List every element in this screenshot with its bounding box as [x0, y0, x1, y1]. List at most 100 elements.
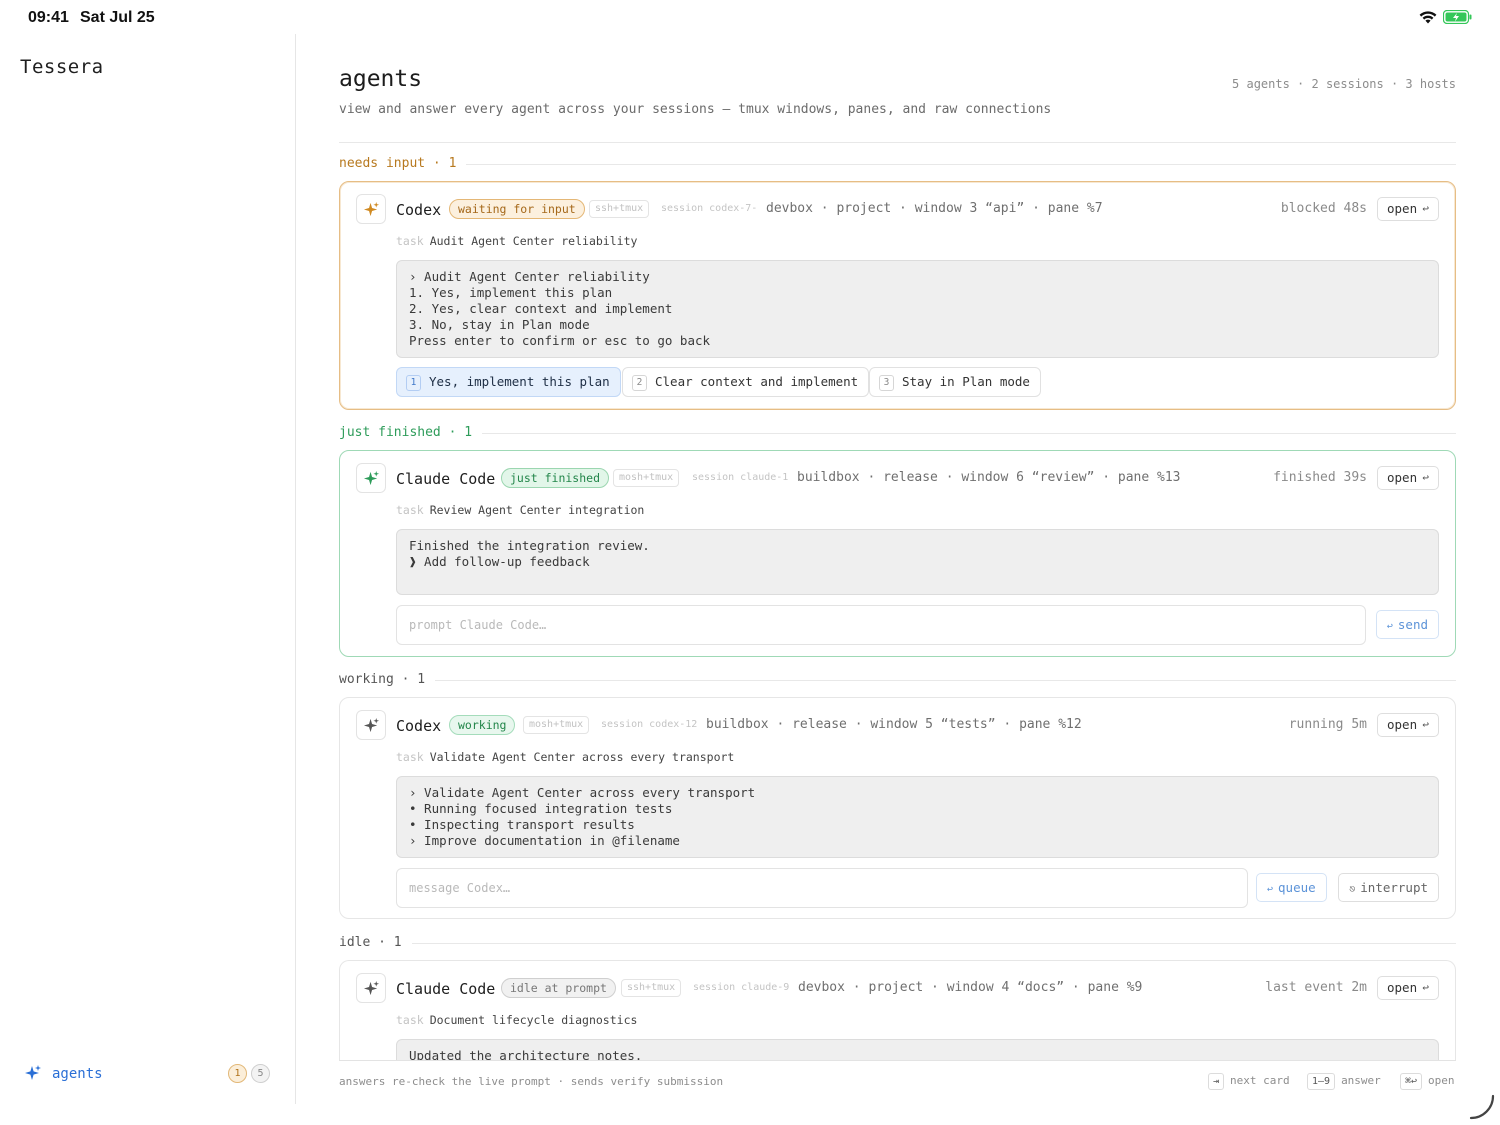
terminal-line: › Audit Agent Center reliability [409, 269, 650, 284]
terminal-preview: Updated the architecture notes. [396, 1039, 1439, 1060]
open-label: open [1387, 717, 1418, 732]
terminal-line: • Inspecting transport results [409, 817, 635, 832]
hint-open: ⌘↩ open [1400, 1073, 1455, 1090]
option-number: 1 [406, 375, 421, 391]
hint-label: next card [1230, 1074, 1290, 1087]
task-label: task [396, 750, 424, 764]
answer-option-2[interactable]: 2 Clear context and implement [622, 367, 870, 397]
return-icon: ↩ [1422, 202, 1429, 215]
send-label: send [1397, 617, 1428, 632]
session-id: session claude-1 [692, 472, 789, 483]
task-line: task Review Agent Center integration [396, 503, 644, 517]
sparkle-icon [363, 717, 380, 733]
option-label: Clear context and implement [655, 374, 859, 389]
section-label: working · 1 [339, 672, 436, 687]
divider [339, 943, 1456, 944]
page-stats: 5 agents · 2 sessions · 3 hosts [1232, 77, 1456, 91]
session-id: session claude-9 [693, 982, 790, 993]
section-label: idle · 1 [339, 935, 412, 950]
transport-badge: mosh+tmux [613, 469, 680, 487]
task-label: task [396, 503, 424, 517]
pane-location: buildbox · release · window 5 “tests” · … [706, 717, 1082, 732]
agent-card-claude-finished[interactable]: Claude Code just finished mosh+tmux sess… [339, 450, 1456, 657]
terminal-preview: › Audit Agent Center reliability 1. Yes,… [396, 260, 1439, 358]
agent-name: Codex [396, 717, 442, 735]
footer-bar: answers re-check the live prompt · sends… [339, 1060, 1456, 1104]
terminal-line: › Validate Agent Center across every tra… [409, 785, 756, 800]
interrupt-button[interactable]: ⎋ interrupt [1338, 873, 1439, 902]
section-working: working · 1 [339, 672, 1456, 688]
app-brand: Tessera [20, 56, 104, 78]
sidebar: Tessera agents 1 5 [0, 34, 296, 1104]
transport-badge: ssh+tmux [621, 979, 682, 997]
elapsed-time: finished 39s [1273, 470, 1367, 485]
pane-location: buildbox · release · window 6 “review” ·… [797, 470, 1181, 485]
open-button[interactable]: open ↩ [1377, 197, 1439, 221]
hint-label: answer [1341, 1074, 1381, 1087]
option-label: Yes, implement this plan [429, 374, 610, 389]
open-button[interactable]: open ↩ [1377, 976, 1439, 1000]
resize-handle-icon[interactable] [1466, 1092, 1496, 1122]
status-time: 09:41 [28, 9, 69, 26]
open-button[interactable]: open ↩ [1377, 466, 1439, 490]
status-bar: 09:41 Sat Jul 25 [0, 0, 1500, 34]
interrupt-label: interrupt [1360, 880, 1428, 895]
task-line: task Audit Agent Center reliability [396, 234, 637, 248]
status-badge: waiting for input [449, 199, 585, 219]
battery-icon [1443, 10, 1472, 24]
agent-name: Claude Code [396, 980, 496, 998]
section-idle: idle · 1 [339, 935, 1456, 951]
hint-answer: 1–9 answer [1307, 1073, 1381, 1090]
option-label: Stay in Plan mode [902, 374, 1030, 389]
task-text: Review Agent Center integration [429, 503, 645, 517]
agent-icon [356, 194, 386, 224]
agent-name: Codex [396, 201, 442, 219]
divider [339, 164, 1456, 165]
queue-button[interactable]: ↩ queue [1256, 873, 1327, 902]
tab-key-icon: ⇥ [1208, 1073, 1225, 1090]
hint-next-card: ⇥ next card [1208, 1073, 1290, 1090]
sparkle-icon [363, 201, 380, 217]
task-line: task Validate Agent Center across every t… [396, 750, 734, 764]
return-icon: ↩ [1386, 621, 1393, 632]
terminal-line: 3. No, stay in Plan mode [409, 317, 590, 332]
status-badge: idle at prompt [501, 978, 616, 998]
terminal-line: › Improve documentation in @filename [409, 833, 680, 848]
terminal-line: Updated the architecture notes. [409, 1048, 643, 1060]
hint-label: open [1428, 1074, 1455, 1087]
sparkle-icon [25, 1065, 41, 1080]
task-label: task [396, 1013, 424, 1027]
keycap: 1–9 [1307, 1073, 1336, 1090]
option-number: 2 [632, 375, 647, 391]
stop-icon: ⎋ [1349, 884, 1356, 895]
prompt-input[interactable]: prompt Claude Code… [396, 605, 1366, 645]
section-just-finished: just finished · 1 [339, 425, 1456, 441]
agent-icon [356, 973, 386, 1003]
open-button[interactable]: open ↩ [1377, 713, 1439, 737]
section-label: needs input · 1 [339, 156, 467, 171]
answer-option-3[interactable]: 3 Stay in Plan mode [869, 367, 1041, 397]
terminal-preview: Finished the integration review. ❱ Add f… [396, 529, 1439, 595]
terminal-preview: › Validate Agent Center across every tra… [396, 776, 1439, 858]
agent-name: Claude Code [396, 470, 496, 488]
open-label: open [1387, 980, 1418, 995]
sparkle-icon [363, 980, 380, 996]
terminal-line: Press enter to confirm or esc to go back [409, 333, 711, 348]
sidebar-item-agents[interactable]: agents 1 5 [20, 1058, 276, 1090]
status-badge: working [449, 715, 516, 735]
terminal-line: 2. Yes, clear context and implement [409, 301, 673, 316]
agent-card-codex-waiting[interactable]: Codex waiting for input ssh+tmux session… [339, 181, 1456, 410]
send-button[interactable]: ↩ send [1375, 610, 1439, 639]
elapsed-time: last event 2m [1265, 980, 1367, 995]
message-input[interactable]: message Codex… [396, 868, 1248, 908]
answer-option-1[interactable]: 1 Yes, implement this plan [396, 367, 621, 397]
agent-card-claude-idle[interactable]: Claude Code idle at prompt ssh+tmux sess… [339, 960, 1456, 1060]
footer-note: answers re-check the live prompt · sends… [339, 1075, 724, 1088]
task-text: Document lifecycle diagnostics [429, 1013, 638, 1027]
return-icon: ↩ [1422, 718, 1429, 731]
page-subtitle: view and answer every agent across your … [339, 102, 1052, 117]
pane-location: devbox · project · window 3 “api” · pane… [766, 201, 1103, 216]
wifi-icon [1419, 11, 1437, 24]
agent-icon [356, 463, 386, 493]
agent-card-codex-working[interactable]: Codex working mosh+tmux session codex-12… [339, 697, 1456, 919]
